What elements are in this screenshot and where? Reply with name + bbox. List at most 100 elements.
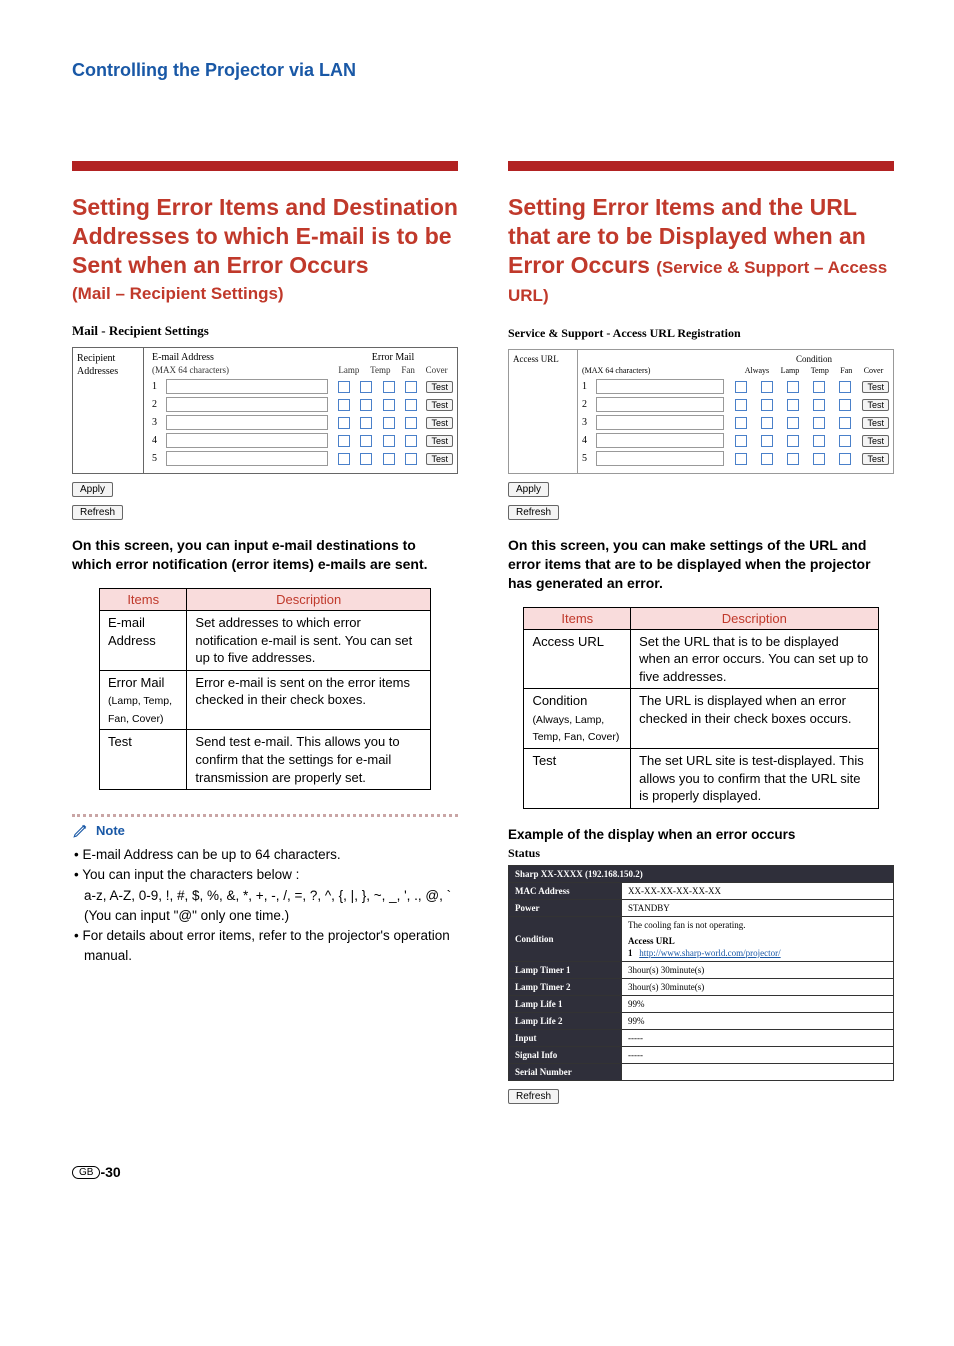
checkbox[interactable] <box>338 435 350 447</box>
mail-screenshot-title: Mail - Recipient Settings <box>72 323 458 339</box>
checkbox[interactable] <box>813 435 825 447</box>
col-lamp: Lamp <box>338 365 359 375</box>
email-input[interactable] <box>166 433 328 448</box>
checkbox[interactable] <box>761 381 773 393</box>
test-button[interactable]: Test <box>426 453 453 465</box>
checkbox[interactable] <box>360 381 372 393</box>
test-button[interactable]: Test <box>862 417 889 429</box>
section-divider-bar <box>508 161 894 171</box>
url-input[interactable] <box>596 433 724 448</box>
page-number: -30 <box>100 1164 120 1180</box>
refresh-button[interactable]: Refresh <box>508 1089 559 1104</box>
checkbox[interactable] <box>405 417 417 429</box>
checkbox[interactable] <box>383 453 395 465</box>
email-input[interactable] <box>166 397 328 412</box>
checkbox[interactable] <box>360 417 372 429</box>
checkbox[interactable] <box>383 435 395 447</box>
recipient-row: 3Test <box>152 415 453 430</box>
checkbox[interactable] <box>839 381 851 393</box>
test-button[interactable]: Test <box>426 399 453 411</box>
checkbox[interactable] <box>735 453 747 465</box>
test-button[interactable]: Test <box>862 399 889 411</box>
status-key: MAC Address <box>509 882 622 899</box>
checkbox[interactable] <box>383 381 395 393</box>
table-row: Lamp Life 199% <box>509 995 894 1012</box>
condition-link-num: 1 <box>628 948 633 958</box>
apply-button[interactable]: Apply <box>508 482 549 497</box>
checkbox[interactable] <box>787 453 799 465</box>
test-button[interactable]: Test <box>862 435 889 447</box>
test-button[interactable]: Test <box>862 453 889 465</box>
checkbox[interactable] <box>383 399 395 411</box>
cell-item: Test <box>524 748 631 808</box>
checkbox[interactable] <box>338 399 350 411</box>
url-input[interactable] <box>596 415 724 430</box>
status-key: Condition <box>509 916 622 961</box>
checkbox[interactable] <box>405 435 417 447</box>
page-header: Controlling the Projector via LAN <box>72 60 894 81</box>
refresh-button[interactable]: Refresh <box>508 505 559 520</box>
url-input[interactable] <box>596 397 724 412</box>
cell-item: Access URL <box>524 629 631 689</box>
email-input[interactable] <box>166 451 328 466</box>
checkbox[interactable] <box>813 453 825 465</box>
checkbox[interactable] <box>761 417 773 429</box>
checkbox[interactable] <box>735 399 747 411</box>
checkbox[interactable] <box>839 417 851 429</box>
checkbox[interactable] <box>735 381 747 393</box>
apply-button[interactable]: Apply <box>72 482 113 497</box>
url-row: 3Test <box>582 415 889 430</box>
checkbox[interactable] <box>787 435 799 447</box>
email-input[interactable] <box>166 379 328 394</box>
checkbox[interactable] <box>761 453 773 465</box>
checkbox[interactable] <box>839 453 851 465</box>
checkbox[interactable] <box>338 381 350 393</box>
checkbox[interactable] <box>338 453 350 465</box>
sub-email: (MAX 64 characters) <box>152 365 333 375</box>
refresh-button[interactable]: Refresh <box>72 505 123 520</box>
th-desc: Description <box>187 589 431 611</box>
row-number: 1 <box>582 381 592 392</box>
checkbox[interactable] <box>787 417 799 429</box>
status-key: Lamp Life 1 <box>509 995 622 1012</box>
test-button[interactable]: Test <box>426 417 453 429</box>
recipient-row: 4Test <box>152 433 453 448</box>
checkbox[interactable] <box>787 399 799 411</box>
table-row: Lamp Timer 23hour(s) 30minute(s) <box>509 978 894 995</box>
checkbox[interactable] <box>735 435 747 447</box>
test-button[interactable]: Test <box>426 435 453 447</box>
left-column: Setting Error Items and Destination Addr… <box>72 161 458 1104</box>
table-row: Condition The cooling fan is not operati… <box>509 916 894 961</box>
checkbox[interactable] <box>839 399 851 411</box>
status-key: Serial Number <box>509 1063 622 1080</box>
checkbox[interactable] <box>405 453 417 465</box>
url-input[interactable] <box>596 451 724 466</box>
col-cover: Cover <box>426 365 448 375</box>
condition-link[interactable]: http://www.sharp-world.com/projector/ <box>639 948 780 958</box>
checkbox[interactable] <box>405 381 417 393</box>
checkbox[interactable] <box>360 453 372 465</box>
table-row: Lamp Timer 13hour(s) 30minute(s) <box>509 961 894 978</box>
checkbox[interactable] <box>787 381 799 393</box>
checkbox[interactable] <box>761 435 773 447</box>
checkbox[interactable] <box>813 399 825 411</box>
checkbox[interactable] <box>735 417 747 429</box>
status-table: Sharp XX-XXXX (192.168.150.2) MAC Addres… <box>508 865 894 1081</box>
test-button[interactable]: Test <box>426 381 453 393</box>
url-input[interactable] <box>596 379 724 394</box>
row-number: 5 <box>152 453 162 464</box>
header-condition: Condition <box>739 354 889 364</box>
checkbox[interactable] <box>383 417 395 429</box>
checkbox[interactable] <box>405 399 417 411</box>
email-input[interactable] <box>166 415 328 430</box>
test-button[interactable]: Test <box>862 381 889 393</box>
checkbox[interactable] <box>813 381 825 393</box>
table-row: Serial Number <box>509 1063 894 1080</box>
col-cover: Cover <box>864 366 884 375</box>
checkbox[interactable] <box>360 399 372 411</box>
checkbox[interactable] <box>813 417 825 429</box>
checkbox[interactable] <box>338 417 350 429</box>
checkbox[interactable] <box>360 435 372 447</box>
checkbox[interactable] <box>839 435 851 447</box>
checkbox[interactable] <box>761 399 773 411</box>
